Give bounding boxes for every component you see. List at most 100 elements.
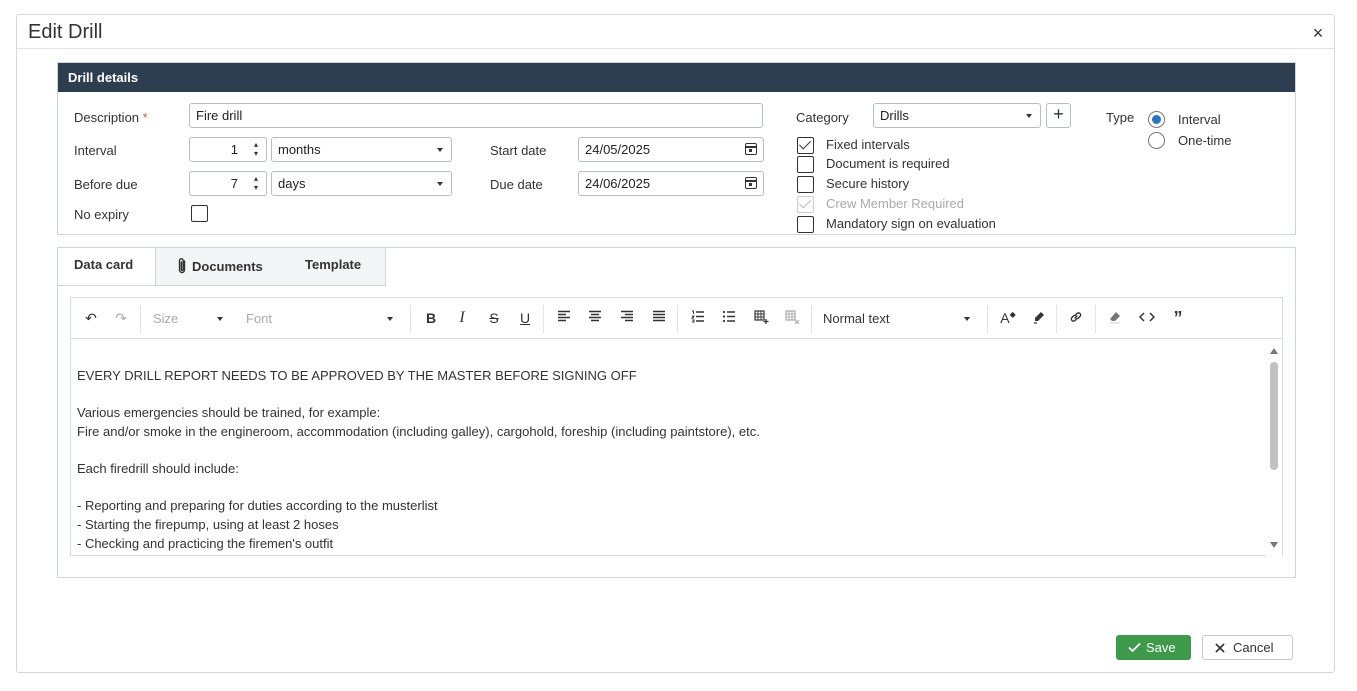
start-date-input[interactable]: 24/05/2025 <box>578 137 764 162</box>
eraser-icon[interactable] <box>1107 310 1123 328</box>
font-family-select[interactable]: Font <box>246 311 272 326</box>
tab-bar: Data card Documents Template <box>58 248 386 286</box>
blockquote-icon[interactable]: ” <box>1170 308 1186 328</box>
editor-scrollbar[interactable] <box>1266 340 1282 556</box>
type-one-time-radio[interactable] <box>1148 132 1165 149</box>
bullet-list-icon[interactable] <box>721 310 737 328</box>
add-category-button[interactable]: + <box>1046 103 1071 128</box>
content-line: - Checking and practicing the firemen's … <box>77 536 334 551</box>
undo-icon[interactable]: ↶ <box>83 310 99 328</box>
description-label-text: Description <box>74 110 140 125</box>
tabs-panel: Data card Documents Template ↶ ↷ Size Fo… <box>57 247 1296 578</box>
tab-template-label: Template <box>305 257 362 272</box>
strikethrough-icon[interactable]: S <box>486 310 502 328</box>
calendar-icon[interactable] <box>745 177 757 189</box>
content-line: Fire and/or smoke in the engineroom, acc… <box>77 424 760 439</box>
scroll-down-icon[interactable] <box>1270 542 1278 548</box>
fixed-intervals-label: Fixed intervals <box>826 137 910 152</box>
document-required-checkbox[interactable] <box>797 156 814 173</box>
align-left-icon[interactable] <box>556 310 572 328</box>
cancel-button[interactable]: Cancel <box>1202 635 1293 660</box>
close-icon[interactable]: × <box>1308 23 1328 43</box>
before-due-unit-select[interactable]: days <box>271 171 452 196</box>
tab-data-card[interactable]: Data card <box>58 248 156 285</box>
crew-member-required-checkbox <box>797 196 814 213</box>
underline-icon[interactable]: U <box>517 310 533 328</box>
scroll-up-icon[interactable] <box>1270 348 1278 354</box>
code-view-icon[interactable] <box>1138 310 1156 328</box>
ordered-list-icon[interactable] <box>690 310 706 328</box>
save-label: Save <box>1146 640 1176 655</box>
paragraph-style-select[interactable]: Normal text <box>823 311 889 326</box>
tab-documents[interactable]: Documents <box>176 248 286 285</box>
content-line: - Starting the firepump, using at least … <box>77 517 339 532</box>
align-justify-icon[interactable] <box>651 310 667 328</box>
italic-icon[interactable]: I <box>454 309 470 327</box>
chevron-down-icon <box>387 317 393 321</box>
description-label: Description * <box>74 110 148 125</box>
editor-content[interactable]: EVERY DRILL REPORT NEEDS TO BE APPROVED … <box>71 340 1266 556</box>
start-date-label: Start date <box>490 143 547 158</box>
interval-stepper[interactable]: 1 ▴ ▾ <box>189 137 267 162</box>
editor-toolbar: ↶ ↷ Size Font B I S U Normal text A◆ ” <box>71 298 1282 339</box>
text-color-icon[interactable]: A◆ <box>999 310 1017 328</box>
secure-history-checkbox[interactable] <box>797 176 814 193</box>
tab-template[interactable]: Template <box>305 248 385 285</box>
scrollbar-thumb[interactable] <box>1270 362 1278 470</box>
toolbar-divider <box>987 305 988 333</box>
tab-documents-label: Documents <box>192 259 263 274</box>
toolbar-divider <box>811 305 812 333</box>
drill-details-panel: Drill details Description * Fire drill I… <box>57 62 1296 235</box>
mandatory-sign-label: Mandatory sign on evaluation <box>826 216 996 231</box>
due-date-input[interactable]: 24/06/2025 <box>578 171 764 196</box>
delete-table-icon[interactable] <box>784 310 800 328</box>
link-icon[interactable] <box>1068 310 1084 328</box>
calendar-icon[interactable] <box>745 143 757 155</box>
required-mark: * <box>142 110 148 125</box>
due-date-label: Due date <box>490 177 543 192</box>
interval-label: Interval <box>74 143 117 158</box>
toolbar-divider <box>140 305 141 333</box>
type-label: Type <box>1106 110 1135 125</box>
toolbar-divider <box>1095 305 1096 333</box>
before-due-unit-value: days <box>278 176 306 191</box>
category-value: Drills <box>880 108 909 123</box>
no-expiry-label: No expiry <box>74 207 129 222</box>
redo-icon[interactable]: ↷ <box>113 310 129 328</box>
bold-icon[interactable]: B <box>423 310 439 328</box>
toolbar-divider <box>1056 305 1057 333</box>
font-size-select[interactable]: Size <box>153 311 178 326</box>
check-icon <box>1128 642 1141 653</box>
insert-table-icon[interactable] <box>753 310 769 328</box>
tab-data-card-label: Data card <box>74 257 134 272</box>
crew-member-required-label: Crew Member Required <box>826 196 964 211</box>
type-interval-radio[interactable] <box>1148 111 1165 128</box>
mandatory-sign-checkbox[interactable] <box>797 216 814 233</box>
edit-drill-dialog: Edit Drill × Drill details Description *… <box>16 14 1335 673</box>
align-right-icon[interactable] <box>619 310 635 328</box>
category-select[interactable]: Drills <box>873 103 1041 128</box>
stepper-arrows-icon[interactable]: ▴ ▾ <box>251 174 261 192</box>
before-due-label: Before due <box>74 177 138 192</box>
stepper-arrows-icon[interactable]: ▴ ▾ <box>251 140 261 158</box>
content-line: - Reporting and preparing for duties acc… <box>77 498 438 513</box>
chevron-down-icon <box>437 182 443 186</box>
align-center-icon[interactable] <box>587 310 603 328</box>
save-button[interactable]: Save <box>1116 635 1191 660</box>
content-line: EVERY DRILL REPORT NEEDS TO BE APPROVED … <box>77 368 637 383</box>
type-one-time-label: One-time <box>1178 133 1232 148</box>
description-input[interactable]: Fire drill <box>189 103 763 128</box>
fixed-intervals-checkbox[interactable] <box>797 137 814 154</box>
interval-unit-select[interactable]: months <box>271 137 452 162</box>
before-due-value: 7 <box>230 176 238 191</box>
type-interval-label: Interval <box>1178 112 1221 127</box>
content-line: Various emergencies should be trained, f… <box>77 405 381 420</box>
no-expiry-checkbox[interactable] <box>191 205 208 222</box>
before-due-stepper[interactable]: 7 ▴ ▾ <box>189 171 267 196</box>
highlight-icon[interactable] <box>1031 310 1047 328</box>
interval-unit-value: months <box>278 142 321 157</box>
start-date-value: 24/05/2025 <box>585 142 651 157</box>
